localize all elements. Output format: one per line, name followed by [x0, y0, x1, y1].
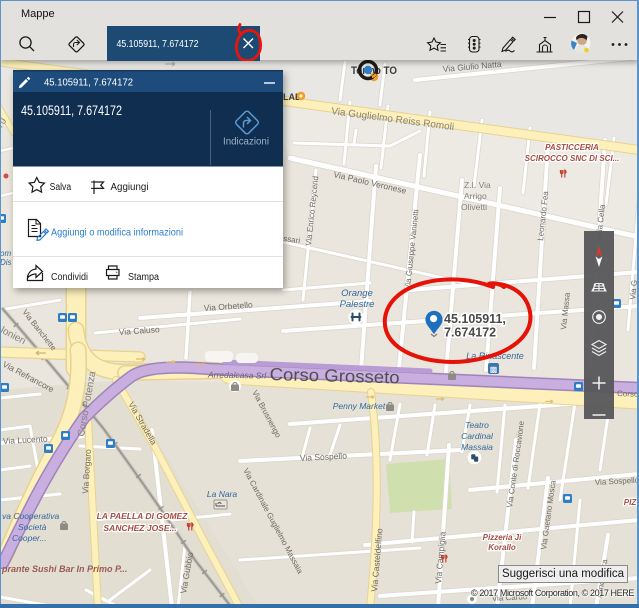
svg-text:Corso Grosseto: Corso Grosseto: [269, 364, 399, 387]
svg-text:Z.I. Via: Z.I. Via: [464, 180, 491, 190]
svg-text:LA PAELLA DI GOMEZ: LA PAELLA DI GOMEZ: [97, 511, 189, 521]
svg-text:om: om: [0, 249, 11, 258]
svg-text:prante Sushi Bar In Primo P...: prante Sushi Bar In Primo P...: [1, 564, 127, 574]
svg-text:SCIROCCO SNC DI SCI...: SCIROCCO SNC DI SCI...: [525, 154, 620, 163]
svg-text:Teatro: Teatro: [465, 420, 489, 430]
svg-text:Indicazioni: Indicazioni: [223, 136, 269, 148]
svg-text:Aggiungi: Aggiungi: [111, 182, 149, 193]
svg-text:▩: ▩: [490, 365, 498, 374]
svg-text:45.105911, 7.674172: 45.105911, 7.674172: [44, 77, 133, 89]
svg-text:SANCHEZ JOSE...: SANCHEZ JOSE...: [103, 523, 176, 533]
svg-text:Corso: Corso: [617, 389, 639, 399]
svg-text:Stampa: Stampa: [128, 272, 159, 283]
svg-text:PIZ: PIZ: [624, 498, 638, 507]
svg-text:PASTICCERIA: PASTICCERIA: [545, 143, 599, 152]
svg-text:La Nara: La Nara: [207, 489, 238, 499]
svg-text:Palestre: Palestre: [340, 299, 375, 310]
svg-text:Penny Market: Penny Market: [333, 401, 386, 411]
svg-text:Salva: Salva: [50, 182, 72, 193]
svg-text:Orange: Orange: [341, 288, 373, 299]
svg-text:45.105911, 7.674172: 45.105911, 7.674172: [21, 103, 122, 118]
svg-text:45.105911,: 45.105911,: [444, 312, 506, 326]
svg-text:Aggiungi o modifica informazio: Aggiungi o modifica informazioni: [51, 227, 183, 239]
svg-text:Arredalcasa Srl: Arredalcasa Srl: [207, 369, 267, 380]
svg-text:Cardinal: Cardinal: [461, 431, 494, 441]
svg-text:Massaia: Massaia: [461, 442, 493, 452]
svg-text:Società: Società: [18, 522, 47, 532]
svg-text:Arrigo: Arrigo: [464, 191, 487, 201]
svg-text:45.105911, 7.674172: 45.105911, 7.674172: [117, 39, 199, 50]
svg-text:Condividi: Condividi: [51, 272, 88, 283]
svg-text:7.674172: 7.674172: [444, 326, 496, 340]
svg-text:va Cooperativa: va Cooperativa: [2, 511, 59, 521]
svg-text:Pizzeria Ji: Pizzeria Ji: [483, 533, 522, 542]
svg-text:Olivetti: Olivetti: [461, 202, 487, 212]
svg-text:Cooper...: Cooper...: [12, 533, 47, 543]
svg-text:Dis: Dis: [0, 258, 12, 267]
svg-text:Korallo: Korallo: [488, 543, 516, 552]
